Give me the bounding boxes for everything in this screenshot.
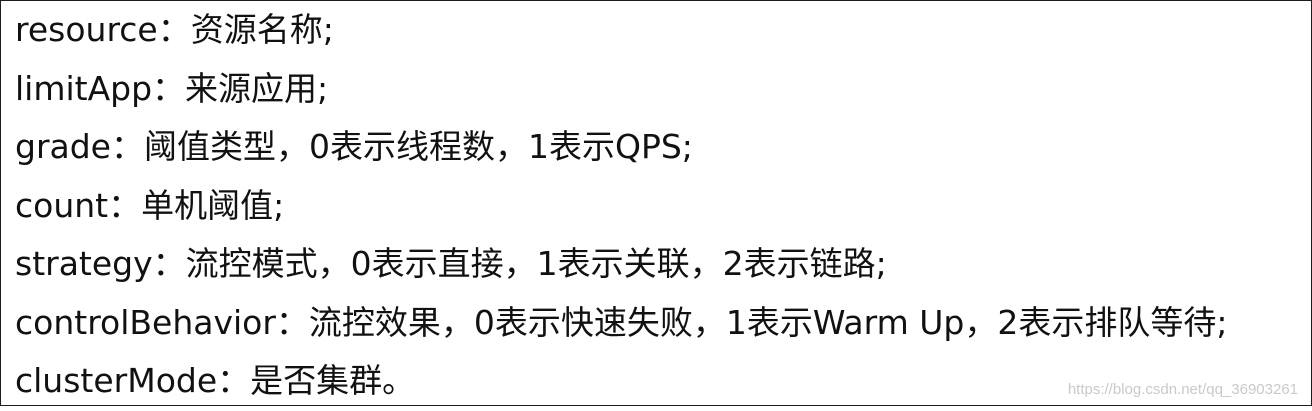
line-limitapp: limitApp：来源应用;	[15, 68, 329, 108]
line-control-behavior: controlBehavior：流控效果，0表示快速失败，1表示Warm Up，…	[15, 302, 1228, 342]
line-resource: resource：资源名称;	[15, 10, 334, 49]
line-count: count：单机阈值;	[15, 185, 285, 225]
line-strategy: strategy：流控模式，0表示直接，1表示关联，2表示链路;	[15, 244, 887, 283]
document-box: resource：资源名称; limitApp：来源应用; grade：阈值类型…	[0, 0, 1312, 406]
watermark-text: https://blog.csdn.net/qq_36903261	[1067, 381, 1298, 398]
line-grade: grade：阈值类型，0表示线程数，1表示QPS;	[15, 127, 693, 166]
field-description-list: resource：资源名称; limitApp：来源应用; grade：阈值类型…	[15, 1, 1291, 411]
